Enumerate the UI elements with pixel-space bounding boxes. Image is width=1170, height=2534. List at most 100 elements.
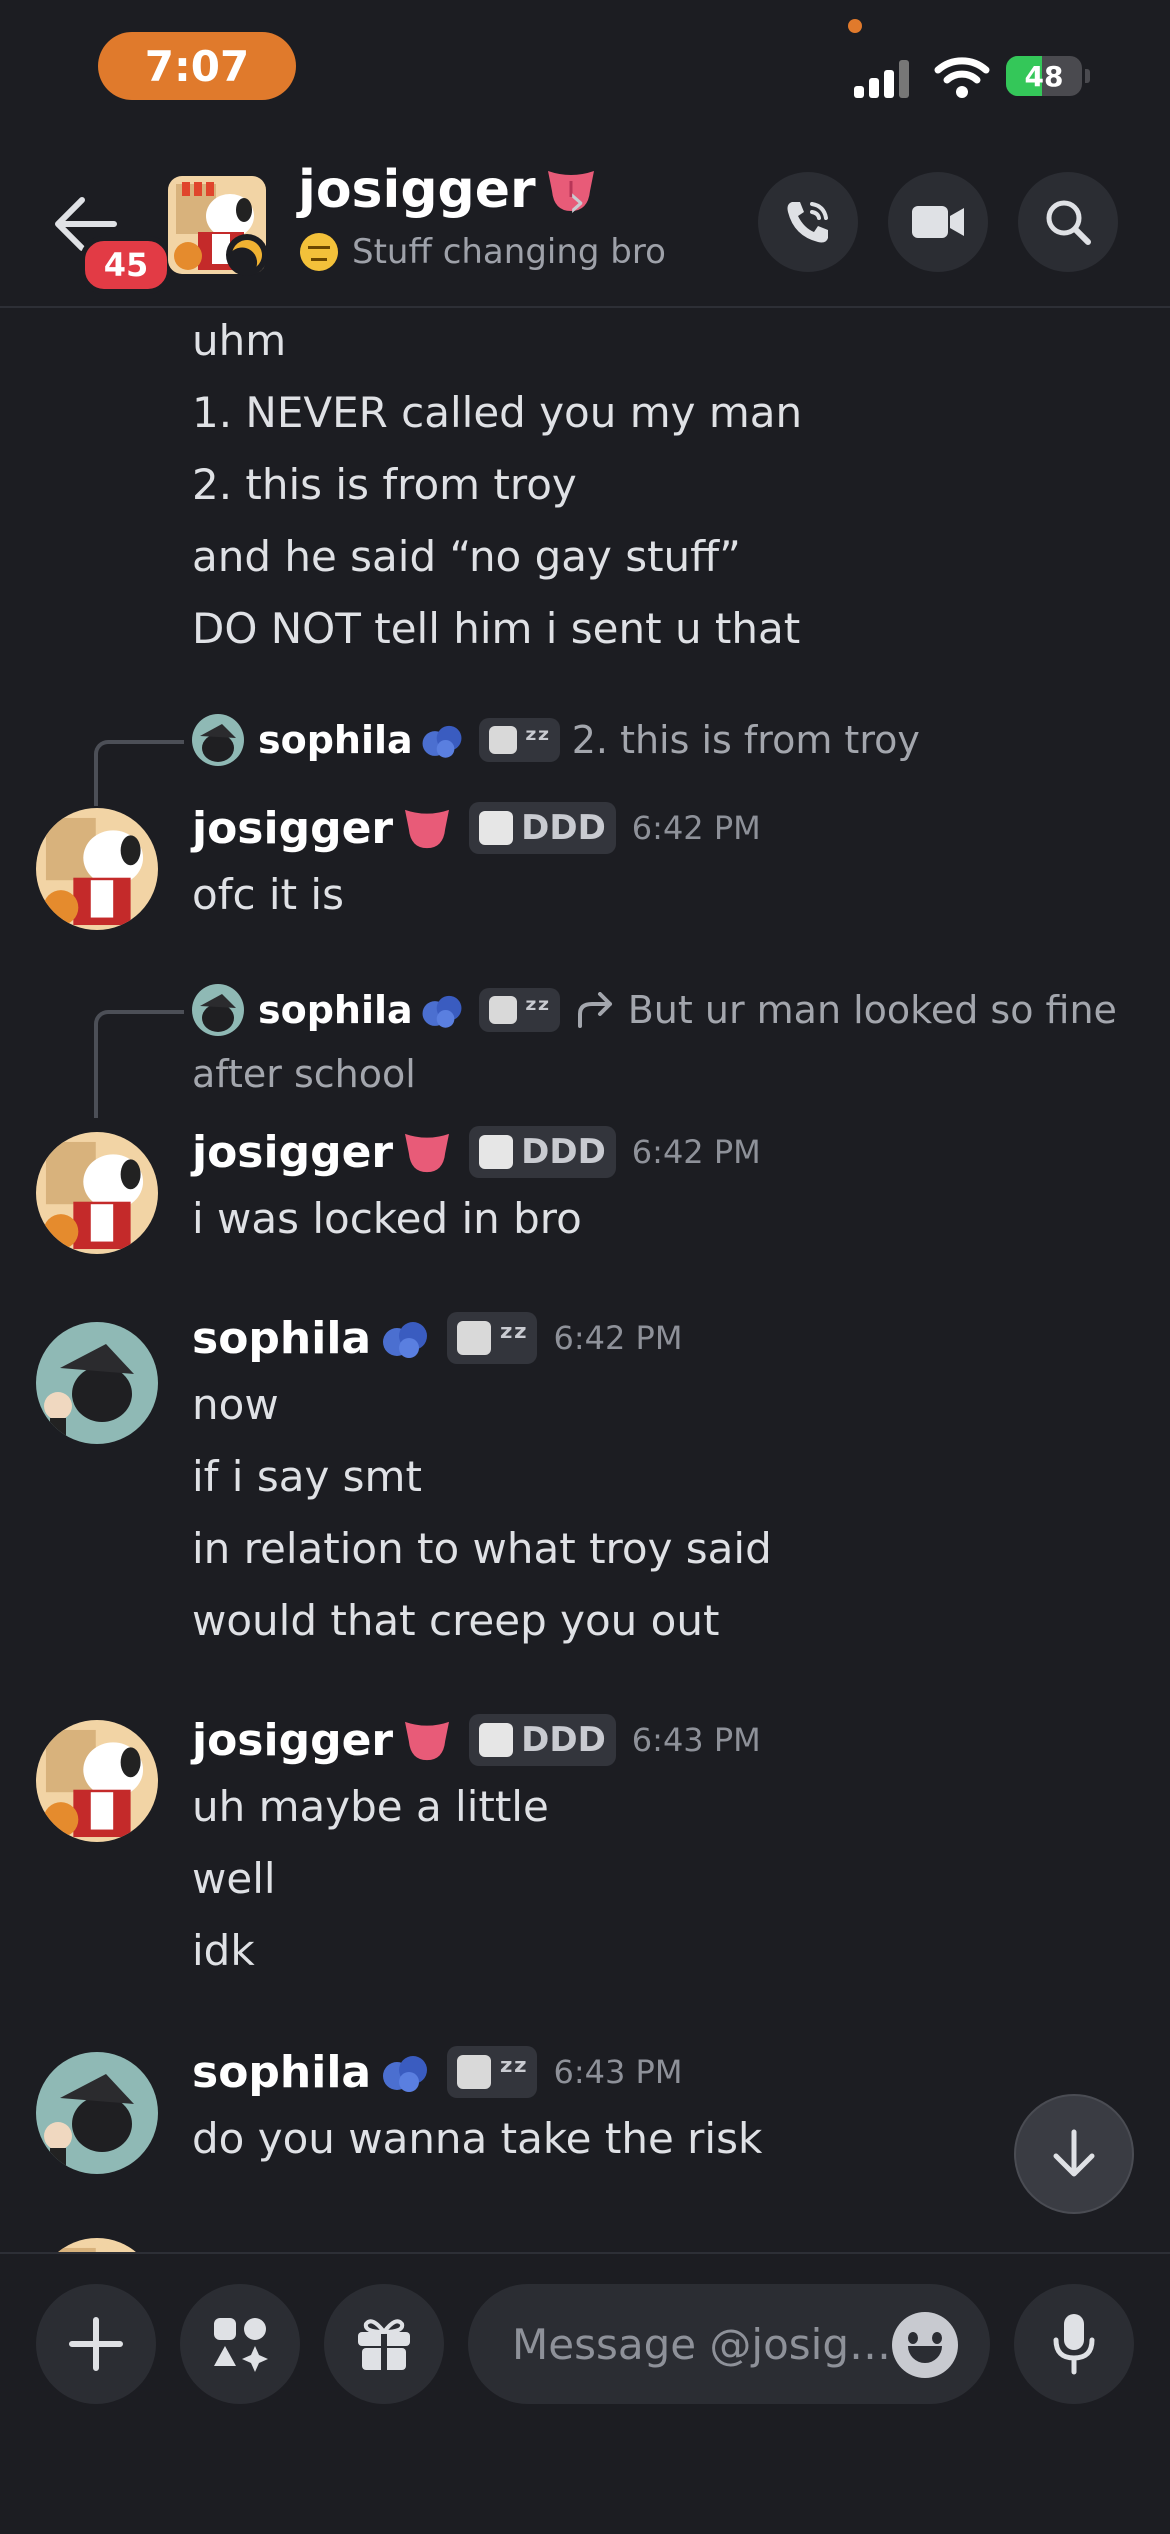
reply-text-continued[interactable]: after school bbox=[192, 1052, 416, 1096]
status-time[interactable]: 7:07 bbox=[98, 32, 296, 100]
attach-button[interactable] bbox=[36, 2284, 156, 2404]
blueberry-emoji-icon bbox=[383, 2056, 428, 2092]
message-line[interactable]: would that creep you out bbox=[192, 1596, 719, 1645]
wifi-icon bbox=[934, 57, 990, 98]
tongue-emoji-icon bbox=[405, 809, 450, 849]
message-line[interactable]: uh maybe a little bbox=[192, 1782, 549, 1831]
search-button[interactable] bbox=[1018, 172, 1118, 272]
avatar[interactable] bbox=[36, 1720, 158, 1842]
timestamp: 6:42 PM bbox=[631, 809, 761, 847]
message-line[interactable]: ofc it is bbox=[192, 870, 344, 919]
message-line[interactable]: DO NOT tell him i sent u that bbox=[192, 604, 800, 653]
author-name[interactable]: josigger bbox=[192, 803, 393, 854]
dm-header: 45 josigger › Stuff changing bro bbox=[0, 140, 1170, 308]
message-line[interactable]: i was locked in bro bbox=[192, 1194, 582, 1243]
timestamp: 6:42 PM bbox=[631, 1133, 761, 1171]
message-input[interactable]: Message @josig… bbox=[468, 2284, 990, 2404]
expressionless-emoji-icon bbox=[300, 233, 338, 271]
arrow-down-icon bbox=[1053, 2129, 1095, 2177]
emoji-icon[interactable] bbox=[892, 2312, 958, 2378]
status-bar: 7:07 48 bbox=[0, 0, 1170, 140]
recording-indicator-dot bbox=[848, 19, 862, 33]
forward-arrow-icon bbox=[577, 992, 612, 1028]
reply-text: 2. this is from troy bbox=[571, 718, 920, 762]
reply-preview[interactable]: sophila ᶻᶻ 2. this is from troy bbox=[192, 714, 920, 766]
message-header: josigger DDD 6:42 PM bbox=[192, 1126, 761, 1178]
author-name[interactable]: sophila bbox=[192, 1313, 371, 1364]
message-line[interactable]: uhm bbox=[192, 316, 286, 365]
reply-author-name: sophila bbox=[258, 718, 413, 762]
plus-icon bbox=[69, 2317, 123, 2371]
skull-icon bbox=[488, 996, 517, 1024]
voice-call-button[interactable] bbox=[758, 172, 858, 272]
message-line[interactable]: and he said “no gay stuff” bbox=[192, 532, 741, 581]
idle-status-moon-icon bbox=[226, 234, 268, 276]
server-tag[interactable]: DDD bbox=[469, 802, 616, 854]
server-tag[interactable]: DDD bbox=[469, 1714, 616, 1766]
chevron-right-icon[interactable]: › bbox=[568, 176, 586, 227]
timestamp: 6:43 PM bbox=[553, 2053, 683, 2091]
server-tag[interactable]: ᶻᶻ bbox=[447, 1312, 538, 1364]
message-line[interactable]: in relation to what troy said bbox=[192, 1524, 772, 1573]
reply-server-tag: ᶻᶻ bbox=[478, 988, 560, 1032]
video-call-button[interactable] bbox=[888, 172, 988, 272]
header-name[interactable]: josigger bbox=[298, 160, 598, 220]
custom-status: Stuff changing bro bbox=[300, 232, 666, 272]
skull-icon bbox=[488, 726, 517, 754]
reply-preview[interactable]: sophila ᶻᶻ But ur man looked so fine bbox=[192, 984, 1117, 1036]
author-name[interactable]: sophila bbox=[192, 2047, 371, 2098]
blueberry-emoji-icon bbox=[383, 1322, 428, 1358]
timestamp: 6:43 PM bbox=[631, 1721, 761, 1759]
message-line[interactable]: do you wanna take the risk bbox=[192, 2114, 762, 2163]
server-tag[interactable]: DDD bbox=[469, 1126, 616, 1178]
reply-author-name: sophila bbox=[258, 988, 413, 1032]
avatar[interactable] bbox=[36, 2238, 158, 2252]
gift-button[interactable] bbox=[324, 2284, 444, 2404]
message-line[interactable]: if i say smt bbox=[192, 1452, 422, 1501]
jump-to-present-button[interactable] bbox=[1014, 2094, 1134, 2214]
message-header: josigger DDD 6:43 PM bbox=[192, 1714, 761, 1766]
header-name-text: josigger bbox=[298, 160, 536, 220]
reply-text: But ur man looked so fine bbox=[627, 988, 1117, 1032]
server-tag[interactable]: ᶻᶻ bbox=[447, 2046, 538, 2098]
cat-icon bbox=[479, 1135, 514, 1169]
skull-icon bbox=[457, 1321, 492, 1355]
custom-status-text: Stuff changing bro bbox=[352, 232, 666, 272]
message-line[interactable]: idk bbox=[192, 1926, 255, 1975]
microphone-icon bbox=[1053, 2314, 1095, 2375]
reply-server-tag: ᶻᶻ bbox=[478, 718, 560, 762]
unread-count-badge: 45 bbox=[80, 236, 172, 294]
tongue-emoji-icon bbox=[405, 1721, 450, 1761]
message-input-placeholder: Message @josig… bbox=[512, 2319, 892, 2369]
cellular-signal-icon bbox=[854, 60, 910, 98]
avatar[interactable] bbox=[36, 1132, 158, 1254]
skull-icon bbox=[457, 2055, 492, 2089]
reply-connector bbox=[94, 740, 184, 806]
avatar[interactable] bbox=[36, 2052, 158, 2174]
battery-percent: 48 bbox=[1024, 59, 1064, 93]
reply-connector bbox=[94, 1010, 184, 1118]
message-header: sophila ᶻᶻ 6:43 PM bbox=[192, 2046, 682, 2098]
tongue-emoji-icon bbox=[405, 1133, 450, 1173]
reply-avatar bbox=[192, 714, 244, 766]
voice-message-button[interactable] bbox=[1014, 2284, 1134, 2404]
avatar[interactable] bbox=[36, 1322, 158, 1444]
phone-icon bbox=[787, 202, 828, 243]
search-icon bbox=[1046, 200, 1091, 245]
gift-icon bbox=[358, 2319, 410, 2370]
apps-button[interactable] bbox=[180, 2284, 300, 2404]
author-name[interactable]: josigger bbox=[192, 1715, 393, 1766]
message-composer: Message @josig… bbox=[0, 2252, 1170, 2534]
message-header: sophila ᶻᶻ 6:42 PM bbox=[192, 1312, 682, 1364]
blueberry-emoji-icon bbox=[422, 725, 462, 758]
battery-icon: 48 bbox=[1006, 56, 1082, 96]
message-line[interactable]: well bbox=[192, 1854, 276, 1903]
message-line[interactable]: 1. NEVER called you my man bbox=[192, 388, 802, 437]
message-line[interactable]: 2. this is from troy bbox=[192, 460, 577, 509]
author-name[interactable]: josigger bbox=[192, 1127, 393, 1178]
message-line[interactable]: now bbox=[192, 1380, 279, 1429]
cat-icon bbox=[479, 811, 514, 845]
avatar[interactable] bbox=[36, 808, 158, 930]
message-feed[interactable]: uhm 1. NEVER called you my man 2. this i… bbox=[0, 308, 1170, 2252]
apps-icon bbox=[214, 2318, 268, 2372]
